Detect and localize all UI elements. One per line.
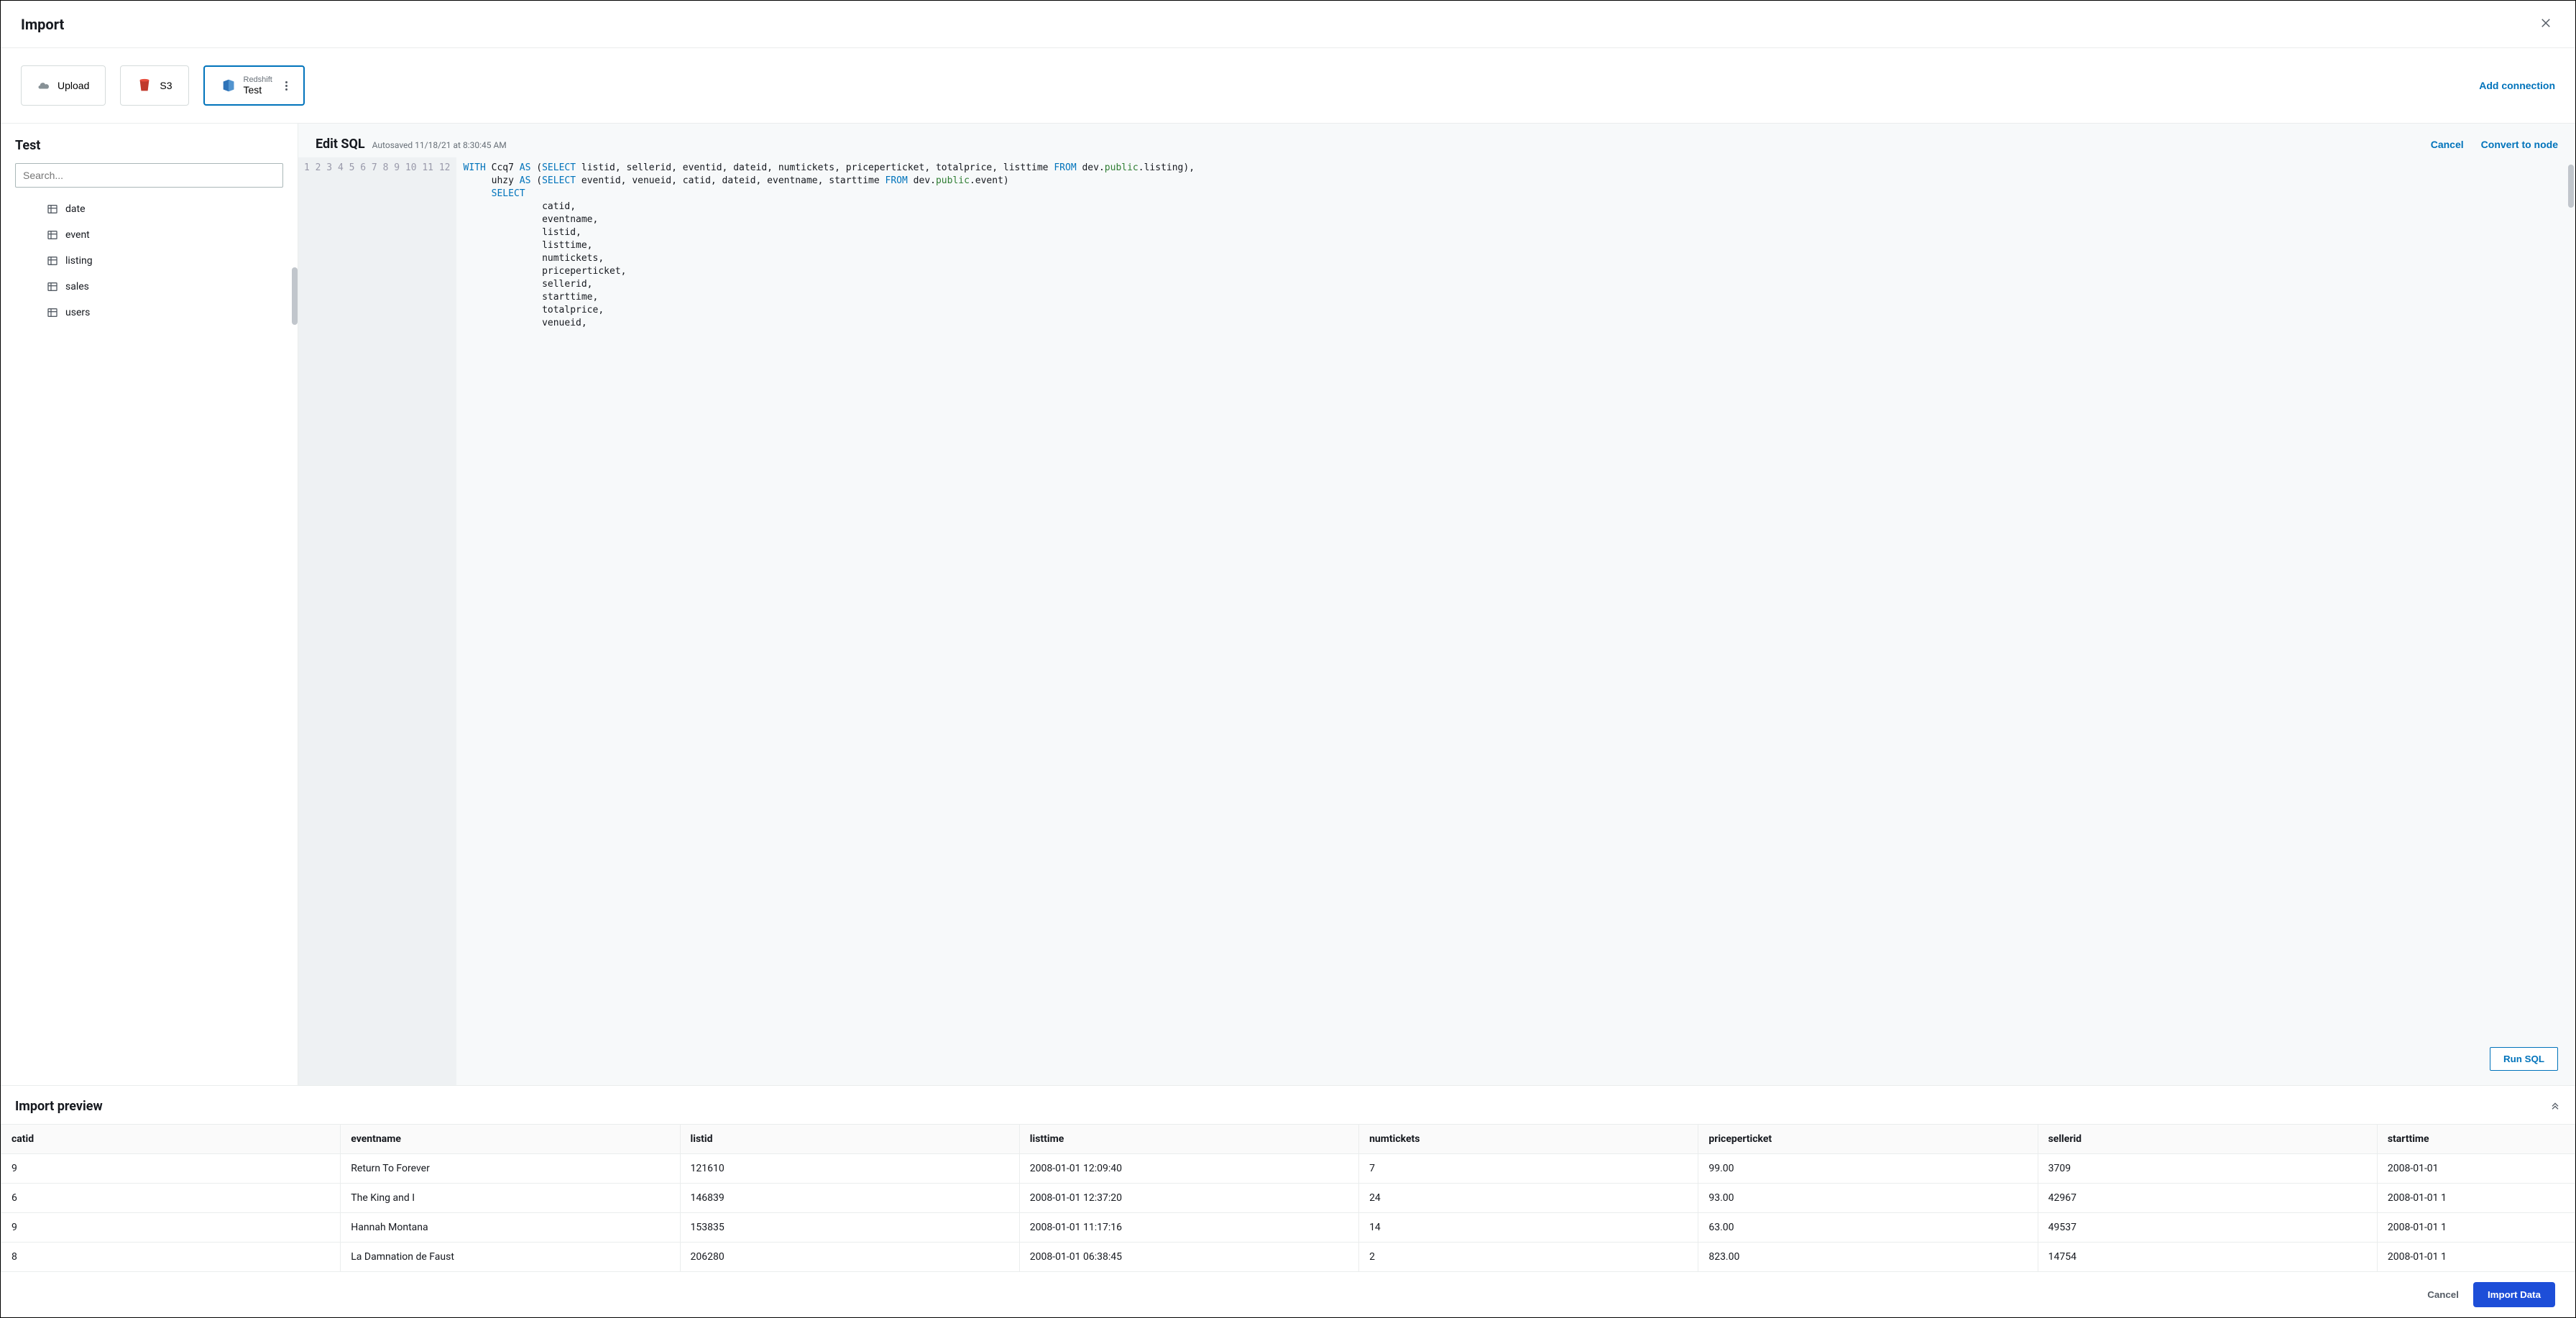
redshift-source-button[interactable]: Redshift Test [203,65,305,106]
collapse-preview-button[interactable] [2549,1100,2561,1113]
table-cell: 9 [1,1154,341,1184]
s3-label: S3 [160,80,172,91]
column-header[interactable]: priceperticket [1698,1125,2038,1154]
upload-icon [37,79,50,92]
s3-icon [137,78,152,93]
preview-table: catideventnamelistidlisttimenumticketspr… [1,1124,2575,1272]
table-cell: Return To Forever [341,1154,680,1184]
convert-to-node-button[interactable]: Convert to node [2481,139,2558,150]
column-header[interactable]: eventname [341,1125,680,1154]
table-cell: 49537 [2038,1213,2377,1243]
column-header[interactable]: listid [680,1125,1019,1154]
table-cell: 2 [1359,1243,1698,1272]
table-cell: 14 [1359,1213,1698,1243]
table-cell: 823.00 [1698,1243,2038,1272]
table-cell: 14754 [2038,1243,2377,1272]
more-options-icon[interactable] [285,81,288,91]
table-name: date [65,203,86,215]
table-cell: 2008-01-01 12:37:20 [1019,1184,1358,1213]
table-cell: 2008-01-01 12:09:40 [1019,1154,1358,1184]
table-cell: 2008-01-01 06:38:45 [1019,1243,1358,1272]
table-cell: 7 [1359,1154,1698,1184]
sidebar-table-item[interactable]: listing [15,248,283,274]
s3-source-button[interactable]: S3 [120,65,188,106]
table-cell: 2008-01-01 11:17:16 [1019,1213,1358,1243]
table-cell: 42967 [2038,1184,2377,1213]
table-cell: 2008-01-01 [2377,1154,2575,1184]
table-icon [47,203,58,215]
preview-title: Import preview [15,1099,103,1114]
sidebar-table-item[interactable]: date [15,196,283,222]
upload-label: Upload [58,80,89,91]
table-row: 9Return To Forever1216102008-01-01 12:09… [1,1154,2575,1184]
footer-cancel-button[interactable]: Cancel [2427,1289,2459,1300]
table-cell: 2008-01-01 1 [2377,1184,2575,1213]
run-sql-button[interactable]: Run SQL [2490,1047,2558,1071]
autosave-label: Autosaved 11/18/21 at 8:30:45 AM [372,140,507,150]
sidebar-scrollbar[interactable] [292,267,298,325]
sidebar-table-item[interactable]: users [15,300,283,326]
chevron-up-double-icon [2549,1100,2561,1111]
editor-title: Edit SQL [316,137,365,152]
column-header[interactable]: catid [1,1125,341,1154]
import-data-button[interactable]: Import Data [2473,1282,2555,1307]
table-icon [47,281,58,292]
table-name: sales [65,281,89,292]
column-header[interactable]: listtime [1019,1125,1358,1154]
add-connection-button[interactable]: Add connection [2479,80,2555,91]
table-icon [47,229,58,241]
redshift-mainlabel: Test [244,84,262,96]
table-row: 9Hannah Montana1538352008-01-01 11:17:16… [1,1213,2575,1243]
sidebar-table-item[interactable]: sales [15,274,283,300]
table-cell: 63.00 [1698,1213,2038,1243]
table-cell: 93.00 [1698,1184,2038,1213]
table-cell: 146839 [680,1184,1019,1213]
table-cell: Hannah Montana [341,1213,680,1243]
column-header[interactable]: starttime [2377,1125,2575,1154]
table-cell: 3709 [2038,1154,2377,1184]
redshift-icon [221,78,236,93]
close-button[interactable] [2536,14,2555,34]
table-name: users [65,307,90,318]
table-cell: 8 [1,1243,341,1272]
sidebar-table-item[interactable]: event [15,222,283,248]
close-icon [2539,17,2552,29]
line-gutter: 1 2 3 4 5 6 7 8 9 10 11 12 [298,157,456,1085]
table-icon [47,255,58,267]
table-row: 6The King and I1468392008-01-01 12:37:20… [1,1184,2575,1213]
table-name: event [65,229,90,241]
table-cell: 2008-01-01 1 [2377,1213,2575,1243]
table-cell: The King and I [341,1184,680,1213]
column-header[interactable]: sellerid [2038,1125,2377,1154]
table-cell: 6 [1,1184,341,1213]
editor-scrollbar[interactable] [2568,165,2574,208]
table-row: 8La Damnation de Faust2062802008-01-01 0… [1,1243,2575,1272]
page-title: Import [21,16,64,33]
column-header[interactable]: numtickets [1359,1125,1698,1154]
table-cell: 2008-01-01 1 [2377,1243,2575,1272]
connection-title: Test [15,138,283,153]
upload-source-button[interactable]: Upload [21,65,106,106]
table-cell: 206280 [680,1243,1019,1272]
redshift-sublabel: Redshift [244,75,272,84]
table-cell: 121610 [680,1154,1019,1184]
table-cell: 99.00 [1698,1154,2038,1184]
table-cell: 9 [1,1213,341,1243]
editor-cancel-button[interactable]: Cancel [2431,139,2464,150]
table-icon [47,307,58,318]
table-cell: La Damnation de Faust [341,1243,680,1272]
table-cell: 24 [1359,1184,1698,1213]
sql-editor[interactable]: WITH Ccq7 AS (SELECT listid, sellerid, e… [456,157,2562,1085]
table-cell: 153835 [680,1213,1019,1243]
search-input[interactable] [15,163,283,188]
table-name: listing [65,255,93,267]
